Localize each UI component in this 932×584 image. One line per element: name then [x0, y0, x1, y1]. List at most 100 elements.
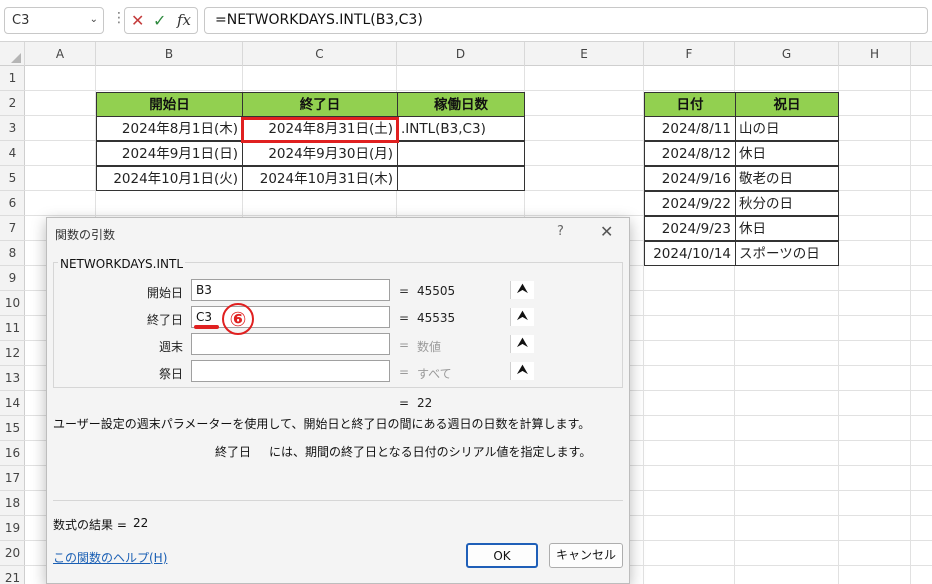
formula-input[interactable]: =NETWORKDAYS.INTL(B3,C3) — [204, 7, 928, 34]
overall-equals: = — [399, 396, 410, 410]
row-header-16[interactable]: 16 — [0, 441, 25, 466]
arg-input-end[interactable]: C3 ⮝ — [191, 306, 534, 328]
arg-label-weekend: 週末 — [158, 340, 183, 354]
red-underline-annotation — [194, 325, 219, 329]
column-header-f[interactable]: F — [644, 42, 735, 66]
step-marker-six: ⑥ — [222, 303, 254, 335]
column-header-g[interactable]: G — [735, 42, 839, 66]
collapse-range-icon[interactable]: ⮝ — [510, 335, 534, 353]
arg-equals: = — [399, 338, 410, 352]
column-header-a[interactable]: A — [25, 42, 96, 66]
row-headers: 1 2 3 4 5 6 7 8 9 10 11 12 13 14 15 16 17 18 19 20 21 — [0, 66, 25, 584]
cell-g4[interactable]: 休日 — [735, 141, 839, 166]
cell-b3[interactable]: 2024年8月1日(木) — [96, 116, 243, 141]
row-header-8[interactable]: 8 — [0, 241, 25, 266]
check-icon[interactable]: ✓ — [153, 11, 166, 30]
help-icon[interactable]: ? — [557, 224, 564, 239]
row-header-13[interactable]: 13 — [0, 366, 25, 391]
arg-equals: = — [399, 311, 410, 325]
arg-input-holidays[interactable]: ⮝ — [191, 360, 534, 382]
arg-input-weekend[interactable]: ⮝ — [191, 333, 534, 355]
cell-c5[interactable]: 2024年10月31日(木) — [242, 166, 398, 191]
row-gridline — [25, 90, 932, 91]
arg-result-end: 45535 — [417, 311, 456, 325]
row-header-4[interactable]: 4 — [0, 141, 25, 166]
overall-result: 22 — [417, 396, 433, 410]
cell-f4[interactable]: 2024/8/12 — [644, 141, 736, 166]
name-box[interactable]: C3 ⌄ — [4, 7, 104, 34]
cell-g5[interactable]: 敬老の日 — [735, 166, 839, 191]
row-header-15[interactable]: 15 — [0, 416, 25, 441]
arg-result-start: 45505 — [417, 284, 456, 298]
column-gridline — [910, 66, 911, 584]
arg-label-end: 終了日 — [146, 313, 183, 327]
function-name: NETWORKDAYS.INTL — [58, 257, 186, 271]
cell-f5[interactable]: 2024/9/16 — [644, 166, 736, 191]
formula-result-label: 数式の結果 = — [53, 518, 127, 532]
collapse-range-icon[interactable]: ⮝ — [510, 308, 534, 326]
collapse-range-icon[interactable]: ⮝ — [510, 281, 534, 299]
row-header-1[interactable]: 1 — [0, 66, 25, 91]
row-header-7[interactable]: 7 — [0, 216, 25, 241]
cell-g3[interactable]: 山の日 — [735, 116, 839, 141]
arg-equals: = — [399, 365, 410, 379]
cell-f3[interactable]: 2024/8/11 — [644, 116, 736, 141]
close-icon[interactable]: ✕ — [600, 222, 613, 241]
column-header-b[interactable]: B — [96, 42, 243, 66]
row-header-12[interactable]: 12 — [0, 341, 25, 366]
row-header-18[interactable]: 18 — [0, 491, 25, 516]
ok-button[interactable]: OK — [466, 543, 538, 568]
row-header-19[interactable]: 19 — [0, 516, 25, 541]
cancel-button[interactable]: キャンセル — [549, 543, 623, 568]
chevron-down-icon[interactable]: ⌄ — [90, 14, 98, 25]
select-all-corner[interactable] — [0, 42, 25, 66]
cell-d3[interactable]: .INTL(B3,C3) — [397, 116, 525, 141]
header-date[interactable]: 日付 — [644, 92, 736, 117]
row-header-20[interactable]: 20 — [0, 541, 25, 566]
function-description: ユーザー設定の週末パラメーターを使用して、開始日と終了日の間にある週日の日数を計… — [53, 417, 591, 431]
formula-buttons: ✕ ✓ fx — [124, 7, 198, 34]
cell-g6[interactable]: 秋分の日 — [735, 191, 839, 216]
argument-description-name: 終了日 — [215, 445, 252, 459]
cell-f8[interactable]: 2024/10/14 — [644, 241, 736, 266]
cell-d5[interactable] — [397, 166, 525, 191]
arg-value-start: B3 — [196, 283, 212, 297]
cell-b4[interactable]: 2024年9月1日(日) — [96, 141, 243, 166]
row-header-11[interactable]: 11 — [0, 316, 25, 341]
row-header-9[interactable]: 9 — [0, 266, 25, 291]
row-header-2[interactable]: 2 — [0, 91, 25, 116]
arg-result-weekend: 数値 — [417, 340, 442, 354]
cell-f7[interactable]: 2024/9/23 — [644, 216, 736, 241]
x-icon[interactable]: ✕ — [131, 11, 144, 30]
column-headers: A B C D E F G H — [0, 42, 932, 66]
argument-description-text: には、期間の終了日となる日付のシリアル値を指定します。 — [269, 445, 592, 459]
column-header-e[interactable]: E — [525, 42, 644, 66]
cell-g8[interactable]: スポーツの日 — [735, 241, 839, 266]
cell-f6[interactable]: 2024/9/22 — [644, 191, 736, 216]
row-header-5[interactable]: 5 — [0, 166, 25, 191]
header-holiday[interactable]: 祝日 — [735, 92, 839, 117]
cell-c4[interactable]: 2024年9月30日(月) — [242, 141, 398, 166]
cell-d4[interactable] — [397, 141, 525, 166]
fx-icon[interactable]: fx — [177, 11, 191, 29]
cell-b5[interactable]: 2024年10月1日(火) — [96, 166, 243, 191]
arg-label-start: 開始日 — [146, 286, 183, 300]
collapse-range-icon[interactable]: ⮝ — [510, 362, 534, 380]
row-header-17[interactable]: 17 — [0, 466, 25, 491]
row-header-14[interactable]: 14 — [0, 391, 25, 416]
header-start-date[interactable]: 開始日 — [96, 92, 243, 117]
column-header-c[interactable]: C — [243, 42, 397, 66]
row-header-10[interactable]: 10 — [0, 291, 25, 316]
formula-bar: C3 ⌄ ⋮ ✕ ✓ fx =NETWORKDAYS.INTL(B3,C3) — [0, 0, 932, 42]
row-header-21[interactable]: 21 — [0, 566, 25, 584]
row-header-6[interactable]: 6 — [0, 191, 25, 216]
arg-input-start[interactable]: B3 ⮝ — [191, 279, 534, 301]
row-header-3[interactable]: 3 — [0, 116, 25, 141]
header-workdays[interactable]: 稼働日数 — [397, 92, 525, 117]
cell-g7[interactable]: 休日 — [735, 216, 839, 241]
function-help-link[interactable]: この関数のヘルプ(H) — [53, 549, 167, 566]
header-end-date[interactable]: 終了日 — [242, 92, 398, 117]
column-header-d[interactable]: D — [397, 42, 525, 66]
column-header-h[interactable]: H — [839, 42, 911, 66]
dialog-title: 関数の引数 — [55, 228, 116, 242]
